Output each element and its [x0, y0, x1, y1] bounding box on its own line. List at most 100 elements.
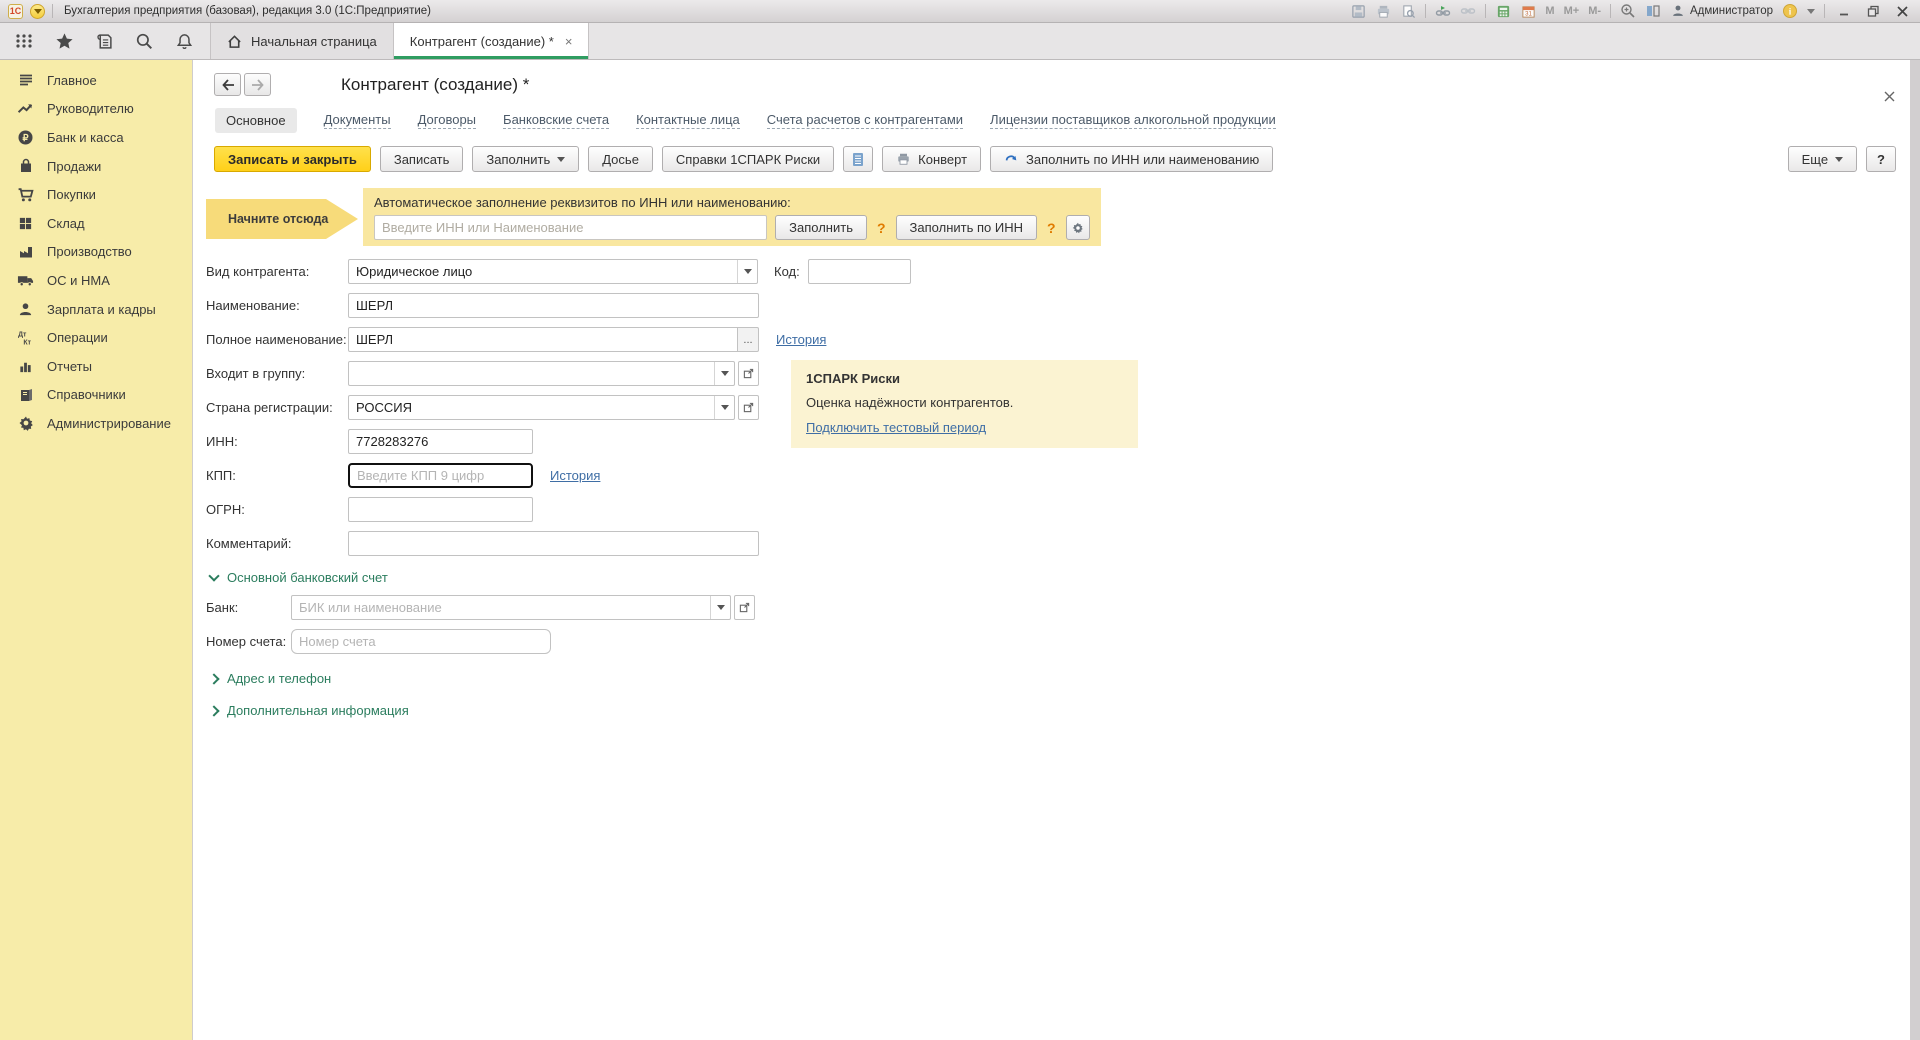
sidebar-item-otchety[interactable]: Отчеты [0, 352, 192, 381]
section-extra-info[interactable]: Дополнительная информация [210, 703, 1910, 718]
dossier-button[interactable]: Досье [588, 146, 653, 172]
naimenovanie-input[interactable] [348, 293, 759, 318]
save-button[interactable]: Записать [380, 146, 464, 172]
autofill-help-icon[interactable]: ? [875, 220, 888, 236]
gruppa-open-button[interactable] [738, 361, 759, 386]
account-number-input[interactable] [291, 629, 551, 654]
kpp-history-link[interactable]: История [550, 468, 600, 483]
restore-button[interactable] [1863, 3, 1883, 19]
command-bar: Записать и закрыть Записать Заполнить До… [214, 146, 1896, 172]
section-address-phone[interactable]: Адрес и телефон [210, 671, 1910, 686]
save-icon[interactable] [1350, 3, 1366, 19]
split-window-icon[interactable] [1645, 3, 1661, 19]
more-ellipsis-button[interactable]: ... [738, 327, 759, 352]
calendar-icon[interactable]: 31 [1520, 3, 1536, 19]
notifications-bell-icon[interactable] [174, 31, 194, 51]
zoom-in-icon[interactable] [1620, 3, 1636, 19]
close-window-button[interactable] [1892, 3, 1912, 19]
form-close-icon[interactable] [1883, 90, 1896, 103]
ogrn-input[interactable] [348, 497, 533, 522]
print-preview-icon[interactable] [1400, 3, 1416, 19]
spark-reports-button[interactable]: Справки 1СПАРК Риски [662, 146, 834, 172]
bank-input[interactable] [292, 596, 710, 619]
spark-trial-link[interactable]: Подключить тестовый период [806, 420, 986, 435]
fill-menu-button[interactable]: Заполнить [472, 146, 579, 172]
strana-combo[interactable] [348, 395, 735, 420]
service-menu-icon[interactable] [14, 31, 34, 51]
gruppa-combo[interactable] [348, 361, 735, 386]
inn-or-name-input[interactable] [374, 215, 767, 240]
sidebar-item-label: Производство [47, 244, 132, 259]
tab-home[interactable]: Начальная страница [211, 23, 394, 59]
nav-scheta-raschetov[interactable]: Счета расчетов с контрагентами [767, 112, 963, 129]
history-icon[interactable] [94, 31, 114, 51]
tab-kontragent[interactable]: Контрагент (создание) * × [394, 23, 590, 59]
fill-by-inn-button[interactable]: Заполнить по ИНН или наименованию [990, 146, 1273, 172]
section-bank-account[interactable]: Основной банковский счет [210, 570, 1910, 585]
fullname-history-link[interactable]: История [776, 332, 826, 347]
sidebar-item-prodazhi[interactable]: Продажи [0, 152, 192, 181]
forward-button[interactable] [244, 73, 271, 96]
bank-combo[interactable] [291, 595, 731, 620]
memory-minus-button[interactable]: M- [1588, 5, 1601, 17]
sidebar-item-operacii[interactable]: ДтКт Операции [0, 323, 192, 352]
sidebar-item-glavnoe[interactable]: Главное [0, 66, 192, 95]
sidebar-item-label: Банк и касса [47, 130, 124, 145]
autofill-help2-icon[interactable]: ? [1045, 220, 1058, 236]
autofill-fill-by-inn-button[interactable]: Заполнить по ИНН [896, 215, 1037, 240]
sidebar-item-rukovoditelyu[interactable]: Руководителю [0, 95, 192, 124]
sidebar-item-pokupki[interactable]: Покупки [0, 180, 192, 209]
favorites-star-icon[interactable] [54, 31, 74, 51]
tab-close-icon[interactable]: × [565, 34, 573, 49]
code-input[interactable] [808, 259, 911, 284]
info-dropdown-caret[interactable] [1807, 9, 1815, 14]
autofill-fill-button[interactable]: Заполнить [775, 215, 867, 240]
nav-dogovory[interactable]: Договоры [418, 112, 476, 129]
nav-kontaktnye-lica[interactable]: Контактные лица [636, 112, 740, 129]
sidebar-item-os-i-nma[interactable]: ОС и НМА [0, 266, 192, 295]
current-user[interactable]: Администратор [1670, 3, 1773, 19]
help-button[interactable]: ? [1866, 146, 1896, 172]
vid-kontragenta-combo[interactable] [348, 259, 758, 284]
vid-kontragenta-input[interactable] [349, 260, 737, 283]
combo-caret-icon[interactable] [710, 596, 730, 619]
nav-dokumenty[interactable]: Документы [324, 112, 391, 129]
sidebar-item-administrirovanie[interactable]: Администрирование [0, 409, 192, 438]
sidebar-item-zarplata-i-kadry[interactable]: Зарплата и кадры [0, 295, 192, 324]
back-button[interactable] [214, 73, 241, 96]
more-button[interactable]: Еще [1788, 146, 1857, 172]
combo-caret-icon[interactable] [737, 260, 757, 283]
save-and-close-button[interactable]: Записать и закрыть [214, 146, 371, 172]
memory-button[interactable]: M [1545, 5, 1554, 17]
comment-input[interactable] [348, 531, 759, 556]
info-icon[interactable]: i [1782, 3, 1798, 19]
strana-open-button[interactable] [738, 395, 759, 420]
calculator-icon[interactable] [1495, 3, 1511, 19]
go-to-link-icon[interactable] [1460, 3, 1476, 19]
sidebar-item-spravochniki[interactable]: Справочники [0, 381, 192, 410]
envelope-button[interactable]: Конверт [882, 146, 981, 172]
polnoe-naimenovanie-input[interactable] [348, 327, 738, 352]
get-link-icon[interactable] [1435, 3, 1451, 19]
sidebar-item-proizvodstvo[interactable]: Производство [0, 238, 192, 267]
autofill-settings-button[interactable] [1066, 215, 1090, 240]
search-icon[interactable] [134, 31, 154, 51]
bank-open-button[interactable] [734, 595, 755, 620]
print-icon[interactable] [1375, 3, 1391, 19]
strana-input[interactable] [349, 396, 714, 419]
system-menu-button[interactable] [30, 4, 45, 19]
nav-licenzii[interactable]: Лицензии поставщиков алкогольной продукц… [990, 112, 1276, 129]
memory-plus-button[interactable]: M+ [1564, 5, 1580, 17]
sidebar-item-sklad[interactable]: Склад [0, 209, 192, 238]
combo-caret-icon[interactable] [714, 396, 734, 419]
combo-caret-icon[interactable] [714, 362, 734, 385]
spark-list-button[interactable] [843, 146, 873, 172]
nav-osnovnoe[interactable]: Основное [215, 108, 297, 133]
nav-bankovskie-scheta[interactable]: Банковские счета [503, 112, 609, 129]
minimize-button[interactable] [1834, 3, 1854, 19]
gruppa-input[interactable] [349, 362, 714, 385]
kpp-input[interactable] [348, 463, 533, 488]
trend-chart-icon [17, 100, 34, 117]
inn-input[interactable] [348, 429, 533, 454]
sidebar-item-bank-i-kassa[interactable]: ₽ Банк и касса [0, 123, 192, 152]
